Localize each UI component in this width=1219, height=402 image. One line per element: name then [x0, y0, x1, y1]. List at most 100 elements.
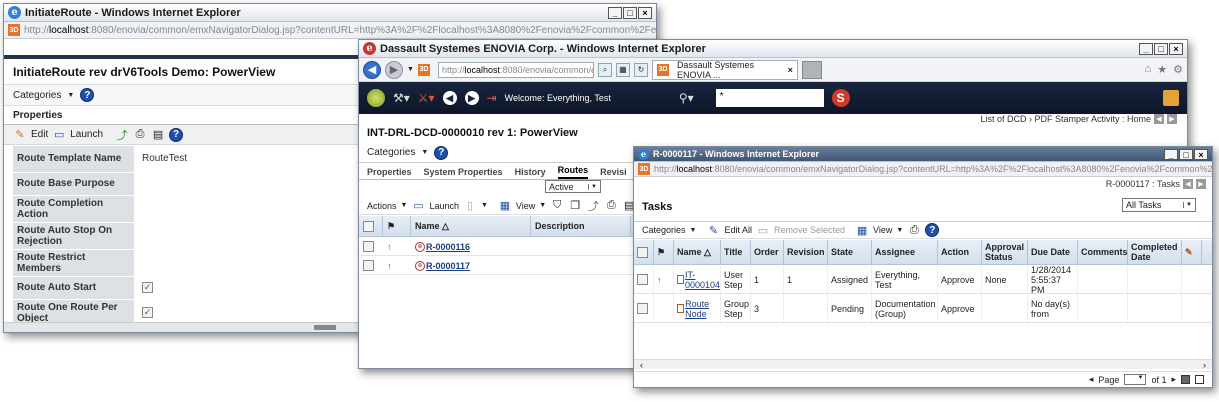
home-icon[interactable]: ⌂ [1145, 63, 1152, 76]
search-input[interactable]: * [715, 89, 824, 107]
title-bar[interactable]: e R-0000117 - Windows Internet Explorer … [634, 147, 1212, 162]
compat-view-icon[interactable]: ▦ [615, 62, 630, 77]
comments-column-header[interactable]: Comments [1078, 240, 1128, 264]
address-bar[interactable]: 3D http://localhost:8080/enovia/common/e… [4, 22, 656, 39]
actions-icon[interactable]: ⚔▾ [418, 91, 435, 105]
back-icon[interactable]: ◀ [363, 60, 381, 79]
tab-revisions[interactable]: Revisi [600, 167, 627, 179]
refresh-icon[interactable]: ↻ [633, 62, 648, 77]
categories-menu[interactable]: Categories ▼ [367, 147, 428, 158]
print-icon[interactable]: ⎙ [604, 199, 618, 212]
print-icon[interactable]: ⎙ [907, 224, 921, 237]
prev-page-icon[interactable]: ◀ [1154, 114, 1164, 124]
maximize-icon[interactable]: □ [623, 6, 637, 19]
next-page-icon[interactable]: ▸ [1171, 374, 1176, 385]
close-icon[interactable]: × [638, 6, 652, 19]
name-column-header[interactable]: Name △ [674, 240, 721, 264]
launch-button[interactable]: Launch [429, 201, 459, 211]
title-column-header[interactable]: Title [721, 240, 751, 264]
forward-icon[interactable]: ▶ [385, 60, 403, 79]
help-icon[interactable]: ? [925, 223, 940, 237]
revision-column-header[interactable]: Revision [784, 240, 828, 264]
categories-menu[interactable]: Categories [642, 225, 686, 235]
task-filter-select[interactable]: All Tasks ▼ [1122, 198, 1196, 212]
forward-nav-icon[interactable]: ▶ [464, 91, 479, 105]
select-all-checkbox[interactable] [637, 246, 648, 258]
scroll-right-icon[interactable]: › [1203, 360, 1206, 370]
title-bar[interactable]: e InitiateRoute - Windows Internet Explo… [4, 4, 656, 22]
next-page-icon[interactable]: ▶ [1196, 179, 1206, 189]
binoculars-icon[interactable]: ⚲▾ [679, 91, 694, 105]
tools-gear-icon[interactable]: ⚙ [1173, 63, 1183, 76]
horizontal-scrollbar[interactable]: ‹ › [634, 359, 1212, 370]
launch-button[interactable]: Launch [70, 129, 103, 140]
close-tab-icon[interactable]: × [788, 65, 793, 75]
due-date-column-header[interactable]: Due Date [1028, 240, 1078, 264]
new-tab-button[interactable] [801, 60, 822, 79]
page-select[interactable]: ▼ [1124, 374, 1147, 385]
approval-status-column-header[interactable]: Approval Status [982, 240, 1028, 264]
history-dropdown-icon[interactable]: ▼ [407, 66, 414, 73]
view-menu[interactable]: View [873, 225, 892, 235]
maximize-icon[interactable]: □ [1179, 148, 1193, 160]
close-icon[interactable]: × [1169, 42, 1183, 55]
compass-icon[interactable] [367, 89, 385, 107]
title-bar[interactable]: e Dassault Systemes ENOVIA Corp. - Windo… [359, 40, 1187, 58]
search-go-icon[interactable]: S [831, 89, 850, 107]
address-bar[interactable]: 3D http://localhost:8080/enovia/common/e… [634, 162, 1212, 177]
route-filter-select[interactable]: Active ▼ [545, 180, 601, 193]
back-nav-icon[interactable]: ◀ [442, 91, 457, 105]
maximize-icon[interactable]: □ [1154, 42, 1168, 55]
state-column-header[interactable]: State [828, 240, 872, 264]
chevron-down-icon[interactable]: ▼ [481, 202, 488, 209]
url-input[interactable]: http://localhost:8080/enovia/common/e [437, 61, 594, 78]
edit-all-button[interactable]: Edit All [724, 225, 752, 235]
select-all-checkbox[interactable] [363, 220, 374, 232]
browser-tab[interactable]: 3D Dassault Systemes ENOVIA ... × [651, 59, 798, 80]
edit-button[interactable]: Edit [31, 129, 48, 140]
route-link[interactable]: R-0000117 [426, 261, 470, 271]
row-checkbox[interactable] [363, 260, 374, 271]
document-icon[interactable]: ▯ [463, 199, 477, 212]
tab-history[interactable]: History [515, 167, 546, 179]
categories-menu[interactable]: Categories ▼ [13, 90, 74, 101]
close-icon[interactable]: × [1194, 148, 1208, 160]
tools-icon[interactable]: ⚒▾ [393, 91, 410, 105]
export-icon[interactable]: ⤴ [586, 199, 600, 213]
next-page-icon[interactable]: ▶ [1167, 114, 1177, 124]
home-icon[interactable] [1163, 90, 1179, 106]
scroll-left-icon[interactable]: ‹ [640, 360, 643, 370]
favorites-star-icon[interactable]: ★ [1157, 63, 1167, 76]
minimize-icon[interactable]: _ [1164, 148, 1178, 160]
task-link[interactable]: Route Node [685, 299, 720, 319]
help-icon[interactable]: ? [80, 88, 95, 102]
order-column-header[interactable]: Order [751, 240, 784, 264]
minimize-icon[interactable]: _ [1139, 42, 1153, 55]
split-view-icon[interactable] [1195, 375, 1204, 384]
remove-selected-button[interactable]: Remove Selected [774, 225, 845, 235]
logout-icon[interactable]: ⇥ [487, 91, 497, 105]
export-icon[interactable]: ⤴ [115, 128, 129, 142]
search-icon[interactable]: ⌕ [597, 62, 612, 77]
row-checkbox[interactable] [363, 241, 374, 252]
tab-system-properties[interactable]: System Properties [424, 167, 503, 179]
print-icon[interactable]: ⎙ [133, 128, 147, 141]
help-icon[interactable]: ? [434, 145, 449, 160]
description-column-header[interactable]: Description [531, 216, 631, 236]
action-column-header[interactable]: Action [938, 240, 982, 264]
route-link[interactable]: R-0000116 [426, 242, 470, 252]
completed-date-column-header[interactable]: Completed Date [1128, 240, 1182, 264]
assignee-column-header[interactable]: Assignee [872, 240, 938, 264]
prev-page-icon[interactable]: ◀ [1183, 179, 1193, 189]
prev-page-icon[interactable]: ◂ [1089, 374, 1094, 385]
tab-properties[interactable]: Properties [367, 167, 412, 179]
filter-icon[interactable]: ⛉ [550, 199, 564, 212]
breadcrumb-text[interactable]: List of DCD › PDF Stamper Activity : Hom… [980, 114, 1151, 124]
row-checkbox[interactable] [637, 303, 648, 314]
name-column-header[interactable]: Name △ [411, 216, 531, 236]
minimize-icon[interactable]: _ [608, 6, 622, 19]
task-link[interactable]: IT-0000104 [685, 270, 720, 290]
copy-icon[interactable]: ❐ [568, 199, 582, 212]
resize-grip[interactable] [314, 325, 336, 330]
report-icon[interactable]: ▤ [151, 128, 165, 141]
